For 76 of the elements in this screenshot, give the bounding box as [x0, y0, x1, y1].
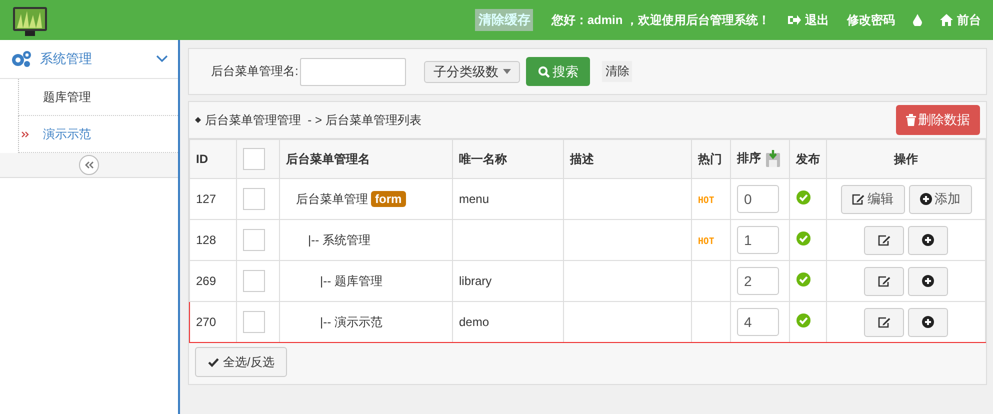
- table-cell: |-- 演示示范: [320, 314, 382, 330]
- save-icon[interactable]: [765, 150, 781, 168]
- breadcrumb: 后台菜单管理管理 - > 后台菜单管理列表: [205, 112, 422, 128]
- edit-button[interactable]: 编辑: [840, 184, 904, 214]
- column-header: 发布: [790, 140, 826, 178]
- column-header: 热门: [692, 140, 730, 178]
- search-button[interactable]: 搜索: [526, 57, 590, 86]
- edit-icon: [878, 234, 890, 246]
- chevron-icon: [156, 55, 168, 63]
- checkbox[interactable]: [243, 148, 265, 170]
- edit-icon: [852, 194, 864, 204]
- checkbox[interactable]: [243, 270, 265, 292]
- add-button[interactable]: [908, 226, 948, 254]
- column-header: 操作: [826, 140, 986, 178]
- checkbox[interactable]: [243, 188, 265, 210]
- level-select[interactable]: 子分类级数: [424, 60, 520, 82]
- logo-icon: [12, 6, 48, 38]
- check-icon[interactable]: [796, 190, 811, 205]
- column-header: 排序: [730, 140, 790, 178]
- table-cell: 128: [190, 220, 236, 260]
- check-icon[interactable]: [796, 231, 811, 246]
- edit-button[interactable]: [864, 308, 904, 336]
- collapse-button[interactable]: [79, 155, 99, 175]
- plus-icon: [922, 275, 934, 287]
- table-cell: 127: [190, 178, 236, 220]
- name-input[interactable]: [300, 58, 406, 86]
- table-cell: |-- 系统管理: [308, 232, 370, 248]
- collapse-icon: [84, 161, 94, 169]
- table-cell: library: [459, 274, 492, 288]
- hot-tag: HOT: [698, 196, 714, 206]
- caret-icon: [503, 69, 512, 74]
- edit-icon: [878, 276, 890, 286]
- logout-icon: [788, 14, 801, 26]
- check-icon[interactable]: [796, 272, 811, 287]
- table-cell: 270: [190, 302, 236, 342]
- diamond-icon: [195, 117, 201, 123]
- sort-input[interactable]: 0: [737, 185, 779, 213]
- column-header: 唯一名称: [452, 140, 564, 178]
- plus-icon: [922, 316, 934, 328]
- add-button[interactable]: 添加: [908, 184, 972, 214]
- checkbox[interactable]: [243, 311, 265, 333]
- table-cell: menu: [459, 192, 490, 206]
- greeting-text: 您好：admin ，欢迎使用后台管理系统！: [551, 12, 770, 28]
- drop-icon[interactable]: [913, 14, 922, 26]
- add-button[interactable]: [908, 308, 948, 336]
- delete-button[interactable]: 删除数据: [896, 105, 980, 135]
- trash-icon: [906, 114, 916, 126]
- sort-input[interactable]: 1: [737, 226, 779, 254]
- field-label: 后台菜单管理名:: [211, 63, 298, 80]
- home-icon: [940, 14, 953, 26]
- column-header: 后台菜单管理名: [280, 140, 452, 178]
- select-all-button[interactable]: 全选/反选: [195, 347, 288, 377]
- sort-input[interactable]: 4: [737, 308, 779, 336]
- plus-icon: [922, 234, 934, 246]
- table-cell: 后台菜单管理: [296, 190, 368, 208]
- clear-button[interactable]: 清除: [602, 61, 632, 82]
- double-chevron-icon: [21, 131, 29, 138]
- check-icon: [208, 358, 219, 366]
- table-cell: |-- 题库管理: [320, 272, 382, 290]
- add-button[interactable]: [908, 266, 948, 296]
- hot-tag: HOT: [698, 237, 714, 247]
- tag: form: [371, 191, 406, 207]
- table-cell: 269: [190, 260, 236, 302]
- edit-button[interactable]: [864, 226, 904, 254]
- sidebar-group[interactable]: 系统管理: [0, 40, 178, 79]
- sort-input[interactable]: 2: [737, 267, 779, 295]
- plus-icon: [920, 193, 932, 205]
- edit-button[interactable]: [864, 266, 904, 296]
- search-icon: [538, 66, 550, 78]
- table-cell: demo: [459, 315, 490, 329]
- check-icon[interactable]: [796, 313, 811, 328]
- sidebar-item[interactable]: 题库管理: [18, 79, 178, 116]
- column-header: 描述: [564, 140, 692, 178]
- checkbox[interactable]: [243, 229, 265, 251]
- edit-icon: [878, 316, 890, 328]
- column-header: ID: [190, 140, 236, 178]
